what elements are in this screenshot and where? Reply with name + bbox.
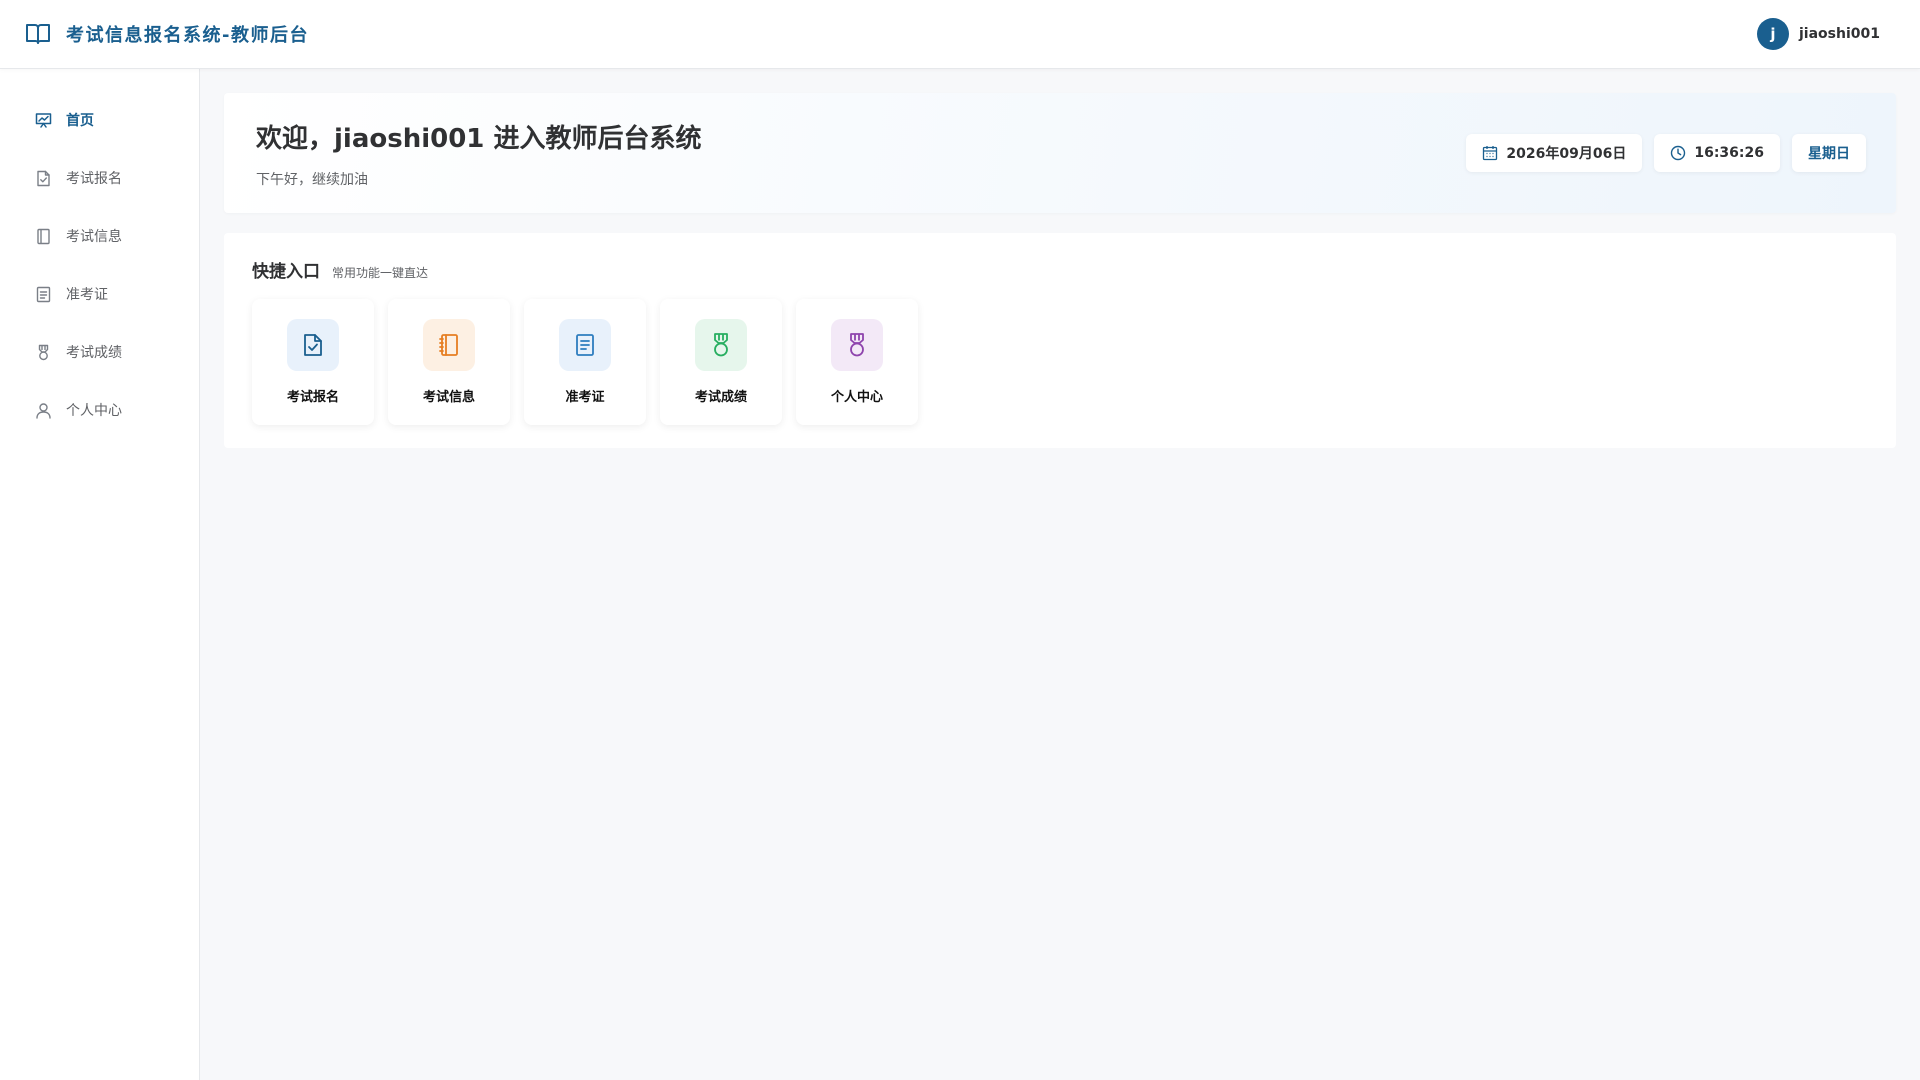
quick-card-label: 考试报名 <box>286 390 339 405</box>
quick-access-cards: 考试报名 考试信息 准考证 考试成绩 个人中心 <box>252 299 1868 425</box>
medal-icon <box>35 344 52 361</box>
welcome-text: 欢迎，jiaoshi001 进入教师后台系统 下午好，继续加油 <box>256 118 701 189</box>
notebook-icon <box>423 319 475 371</box>
sidebar-item-admission-ticket[interactable]: 准考证 <box>0 265 199 323</box>
sidebar: 首页 考试报名 考试信息 准考证 考试成绩 个人中心 <box>0 69 200 1080</box>
welcome-title: 欢迎，jiaoshi001 进入教师后台系统 <box>256 123 702 154</box>
welcome-banner: 欢迎，jiaoshi001 进入教师后台系统 下午好，继续加油 2026年09月… <box>224 93 1896 213</box>
quick-card-exam-registration[interactable]: 考试报名 <box>252 299 374 425</box>
document-check-icon <box>35 170 52 187</box>
notebook-icon <box>35 228 52 245</box>
welcome-subtitle: 下午好，继续加油 <box>256 171 368 188</box>
username[interactable]: jiaoshi001 <box>1799 26 1880 42</box>
app-title: 考试信息报名系统-教师后台 <box>66 25 309 46</box>
calendar-icon <box>1482 145 1498 161</box>
sidebar-item-label: 考试报名 <box>66 171 122 187</box>
weekday-chip: 星期日 <box>1792 134 1866 172</box>
sidebar-item-exam-info[interactable]: 考试信息 <box>0 207 199 265</box>
quick-card-label: 准考证 <box>565 390 605 405</box>
current-date: 2026年09月06日 <box>1506 146 1627 162</box>
medal-icon <box>831 319 883 371</box>
time-chip: 16:36:26 <box>1654 134 1780 172</box>
clock-icon <box>1670 145 1686 161</box>
user-menu[interactable]: j jiaoshi001 <box>1757 18 1880 50</box>
quick-access-title: 快捷入口 <box>252 262 320 282</box>
sidebar-item-label: 考试信息 <box>66 229 122 245</box>
sidebar-item-label: 考试成绩 <box>66 345 122 361</box>
brand[interactable]: 考试信息报名系统-教师后台 <box>24 20 309 48</box>
quick-access-subtitle: 常用功能一键直达 <box>332 266 429 280</box>
quick-card-label: 考试成绩 <box>694 390 747 405</box>
quick-access-header: 快捷入口 常用功能一键直达 <box>252 257 1868 282</box>
dashboard-chart-icon <box>35 112 52 129</box>
top-header: 考试信息报名系统-教师后台 j jiaoshi001 <box>0 0 1920 69</box>
quick-card-exam-scores[interactable]: 考试成绩 <box>660 299 782 425</box>
avatar[interactable]: j <box>1757 18 1789 50</box>
datetime-chips: 2026年09月06日 16:36:26 星期日 <box>1466 134 1866 172</box>
document-list-icon <box>559 319 611 371</box>
main-content: 欢迎，jiaoshi001 进入教师后台系统 下午好，继续加油 2026年09月… <box>224 93 1896 448</box>
quick-card-profile[interactable]: 个人中心 <box>796 299 918 425</box>
quick-card-label: 考试信息 <box>422 390 475 405</box>
sidebar-item-exam-registration[interactable]: 考试报名 <box>0 149 199 207</box>
user-icon <box>35 402 52 419</box>
sidebar-item-home[interactable]: 首页 <box>0 91 199 149</box>
sidebar-item-label: 个人中心 <box>66 403 122 419</box>
sidebar-item-exam-scores[interactable]: 考试成绩 <box>0 323 199 381</box>
open-book-icon <box>24 20 52 48</box>
quick-card-admission-ticket[interactable]: 准考证 <box>524 299 646 425</box>
current-weekday: 星期日 <box>1808 146 1850 162</box>
quick-access-panel: 快捷入口 常用功能一键直达 考试报名 考试信息 准考证 考试成绩 个人中心 <box>224 233 1896 448</box>
quick-card-exam-info[interactable]: 考试信息 <box>388 299 510 425</box>
medal-icon <box>695 319 747 371</box>
current-time: 16:36:26 <box>1694 145 1764 161</box>
quick-card-label: 个人中心 <box>830 390 883 405</box>
document-check-icon <box>287 319 339 371</box>
date-chip: 2026年09月06日 <box>1466 134 1643 172</box>
sidebar-item-profile[interactable]: 个人中心 <box>0 381 199 439</box>
document-list-icon <box>35 286 52 303</box>
sidebar-item-label: 首页 <box>66 113 94 129</box>
sidebar-item-label: 准考证 <box>66 287 108 303</box>
